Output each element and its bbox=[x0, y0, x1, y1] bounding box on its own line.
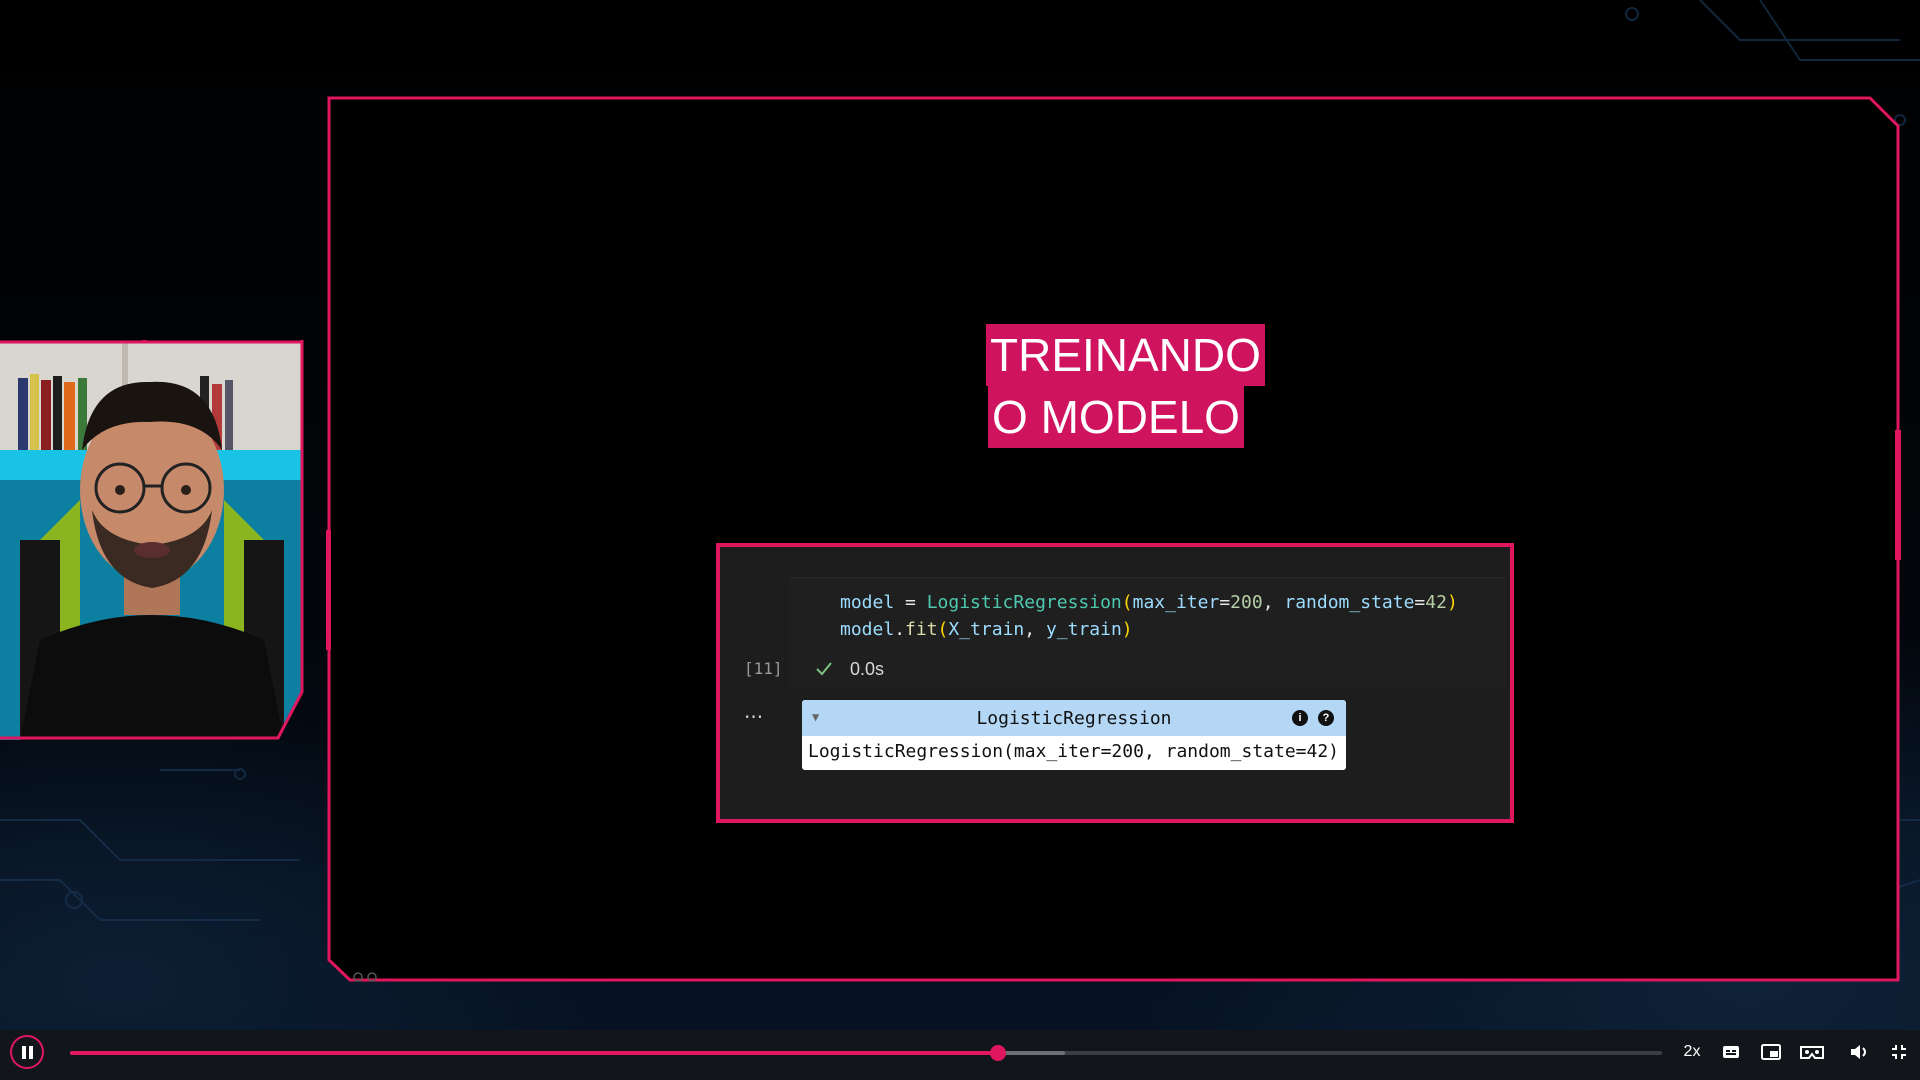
model-output-header-label: LogisticRegression bbox=[976, 708, 1172, 729]
slide-title-line1: TREINANDO bbox=[986, 324, 1265, 386]
output-marker[interactable]: ... bbox=[744, 699, 763, 723]
help-icon[interactable]: ? bbox=[1318, 710, 1334, 726]
model-output-header[interactable]: ▼ LogisticRegression i ? bbox=[802, 700, 1346, 736]
playback-speed-button[interactable]: 2x bbox=[1678, 1038, 1706, 1066]
code-line-1: model = LogisticRegression(max_iter=200,… bbox=[840, 592, 1458, 613]
check-icon bbox=[816, 662, 832, 676]
slide-title: TREINANDO O MODELO bbox=[986, 324, 1265, 448]
progress-fill bbox=[70, 1051, 999, 1055]
info-icon[interactable]: i bbox=[1292, 710, 1308, 726]
volume-icon[interactable] bbox=[1848, 1038, 1870, 1066]
fullscreen-exit-icon[interactable] bbox=[1888, 1038, 1910, 1066]
code-line-2: model.fit(X_train, y_train) bbox=[840, 619, 1133, 640]
model-output-body: LogisticRegression(max_iter=200, random_… bbox=[808, 741, 1340, 762]
picture-in-picture-icon[interactable] bbox=[1760, 1038, 1782, 1066]
slide-title-line2: O MODELO bbox=[988, 386, 1244, 448]
presenter-video bbox=[0, 340, 304, 740]
code-cell[interactable]: model = LogisticRegression(max_iter=200,… bbox=[790, 577, 1506, 688]
model-output-widget[interactable]: ▼ LogisticRegression i ? LogisticRegress… bbox=[802, 700, 1346, 770]
pause-button[interactable] bbox=[10, 1035, 44, 1069]
vr-headset-icon[interactable] bbox=[1798, 1038, 1826, 1066]
progress-handle[interactable] bbox=[990, 1045, 1007, 1061]
notebook-cell-panel: model = LogisticRegression(max_iter=200,… bbox=[716, 543, 1514, 823]
execution-time: 0.0s bbox=[850, 659, 885, 679]
webcam-overlay bbox=[0, 340, 304, 740]
subtitles-icon[interactable] bbox=[1720, 1038, 1742, 1066]
execution-count: [11] bbox=[744, 659, 783, 678]
progress-track[interactable] bbox=[70, 1045, 1662, 1061]
video-player-controls bbox=[0, 1030, 1920, 1080]
